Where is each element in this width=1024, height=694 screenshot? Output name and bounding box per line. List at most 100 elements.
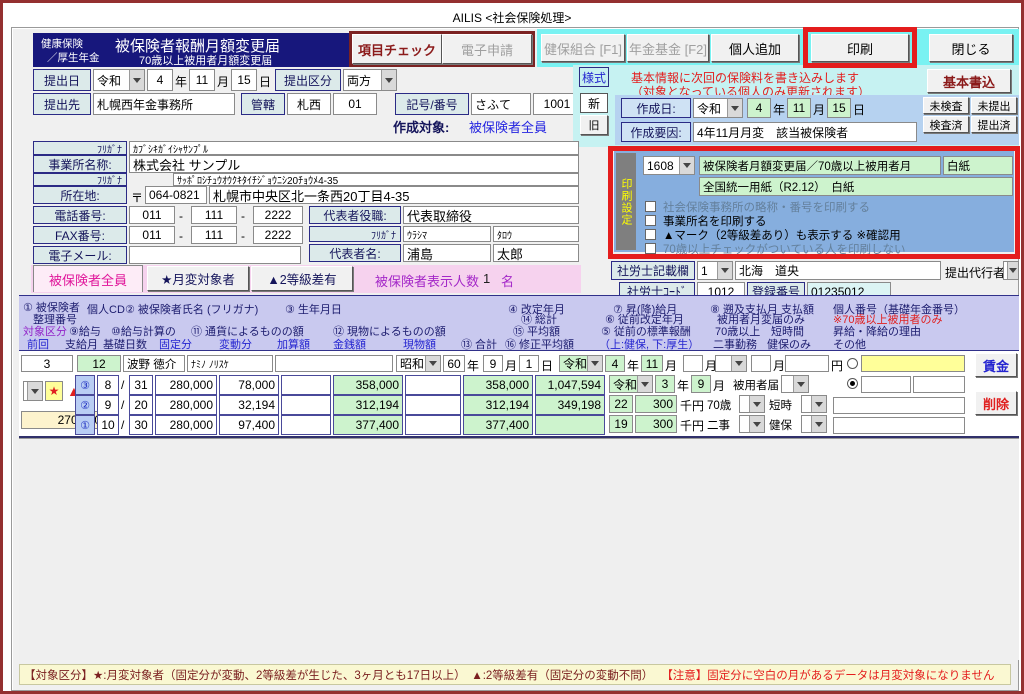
created-month-field[interactable]: 11 — [787, 98, 811, 118]
submit-era-select[interactable]: 令和 — [93, 69, 145, 91]
pension-number-field1[interactable] — [861, 376, 911, 393]
kenpo-only-select[interactable] — [801, 415, 827, 433]
revision-era-select[interactable]: 令和 — [559, 355, 603, 372]
kosei-amount-field[interactable]: 300 — [635, 415, 677, 433]
tel-field3[interactable]: 2222 — [253, 206, 303, 224]
birth-month-field[interactable]: 9 — [483, 355, 503, 372]
raise-kind-select[interactable] — [715, 355, 747, 372]
rep-kana2-field[interactable]: ﾀﾛｳ — [493, 226, 579, 242]
created-day-field[interactable]: 15 — [827, 98, 851, 118]
style-old-button[interactable]: 旧 — [580, 115, 608, 135]
kigo-field[interactable]: さふて — [471, 93, 531, 115]
retro-amount-field[interactable] — [785, 355, 829, 372]
badge-unsubmitted[interactable]: 未提出 — [971, 97, 1017, 114]
two-jobs-select[interactable] — [739, 415, 765, 433]
other-field[interactable] — [833, 417, 965, 434]
kankatsu-field2[interactable]: 01 — [333, 93, 377, 115]
checkbox-print-office-name[interactable] — [645, 215, 656, 226]
sharoushi-name-field[interactable]: 北海 道央 — [735, 261, 941, 280]
pension-number-field2[interactable] — [913, 376, 965, 393]
submit-day-field[interactable]: 15 — [231, 69, 257, 91]
prev-era-select[interactable]: 令和 — [609, 375, 653, 393]
inkind-amount[interactable] — [405, 415, 461, 435]
reason-field[interactable]: 4年11月月変 該当被保険者 — [693, 122, 917, 142]
birth-era-select[interactable]: 昭和 — [396, 355, 441, 372]
daikou-select[interactable] — [1003, 261, 1019, 280]
row-kana-field[interactable]: ﾅﾐﾉ ﾉﾘｽｹ — [187, 355, 273, 372]
mail-field[interactable] — [129, 246, 301, 264]
rep-name2-field[interactable]: 太郎 — [493, 244, 579, 262]
addition-amount[interactable] — [281, 395, 331, 415]
delete-button[interactable]: 削除 — [975, 391, 1017, 415]
month-value[interactable]: 9 — [97, 395, 119, 415]
kenpo-kumiai-button[interactable]: 健保組合 [F1] — [541, 34, 625, 62]
number-type-radio1[interactable] — [847, 358, 858, 369]
base-days[interactable]: 20 — [129, 395, 153, 415]
row-name-field[interactable]: 波野 徳介 — [123, 355, 185, 372]
print-form-select[interactable]: 1608 — [643, 156, 695, 175]
postal-field[interactable]: 064-0821 — [145, 186, 207, 204]
tab-two-grade-diff[interactable]: ▲2等級差有 — [251, 266, 353, 291]
office-name-field[interactable]: 株式会社 サンプル — [129, 155, 579, 173]
row-seq-field[interactable]: 3 — [21, 355, 73, 372]
created-year-field[interactable]: 4 — [747, 98, 771, 118]
short-time-select[interactable] — [801, 395, 827, 413]
badge-checked[interactable]: 検査済 — [923, 116, 969, 133]
nenkin-kikin-button[interactable]: 年金基金 [F2] — [627, 34, 709, 62]
checkbox-skip-over70[interactable] — [645, 243, 656, 254]
variable-amount[interactable]: 78,000 — [219, 375, 279, 395]
prev-month-field[interactable]: 9 — [691, 375, 711, 393]
submit-year-field[interactable]: 4 — [147, 69, 173, 91]
personal-number-field[interactable] — [861, 355, 965, 372]
rep-kana1-field[interactable]: ｳﾗｼﾏ — [403, 226, 491, 242]
month-value[interactable]: 10 — [97, 415, 119, 435]
fax-field1[interactable]: 011 — [129, 226, 175, 244]
kenpo-amount-field[interactable]: 300 — [635, 395, 677, 413]
raise-reason-field[interactable] — [833, 397, 965, 414]
kenpo-grade-field[interactable]: 22 — [609, 395, 633, 413]
submit-dest-field[interactable]: 札幌西年金事務所 — [93, 93, 235, 115]
row-kubun-select[interactable] — [23, 381, 43, 401]
tel-field1[interactable]: 011 — [129, 206, 175, 224]
inkind-amount[interactable] — [405, 375, 461, 395]
rep-role-field[interactable]: 代表取締役 — [403, 206, 579, 224]
base-days[interactable]: 30 — [129, 415, 153, 435]
checkbox-show-triangle[interactable] — [645, 229, 656, 240]
row-cd-field[interactable]: 12 — [77, 355, 121, 372]
raise-month-field[interactable] — [683, 355, 703, 372]
fixed-amount[interactable]: 280,000 — [155, 415, 217, 435]
submit-month-field[interactable]: 11 — [189, 69, 215, 91]
fixed-amount[interactable]: 280,000 — [155, 375, 217, 395]
revision-month-field[interactable]: 11 — [641, 355, 663, 372]
item-check-button[interactable]: 項目チェック — [352, 34, 442, 64]
close-button[interactable]: 閉じる — [929, 34, 1013, 62]
checkbox-office-abbr[interactable] — [645, 201, 656, 212]
retro-month-field[interactable] — [751, 355, 771, 372]
e-apply-button[interactable]: 電子申請 — [442, 34, 532, 64]
print-button[interactable]: 印刷 — [811, 34, 909, 62]
wage-button[interactable]: 賃金 — [975, 353, 1017, 377]
insured-list-empty-area[interactable] — [19, 438, 1019, 660]
rep-name1-field[interactable]: 浦島 — [403, 244, 491, 262]
fixed-amount[interactable]: 280,000 — [155, 395, 217, 415]
variable-amount[interactable]: 97,400 — [219, 415, 279, 435]
number-type-radio2[interactable] — [847, 378, 858, 389]
kankatsu-field1[interactable]: 札西 — [287, 93, 331, 115]
badge-submitted[interactable]: 提出済 — [971, 116, 1017, 133]
add-person-button[interactable]: 個人追加 — [711, 34, 799, 62]
tab-all-insured[interactable]: 被保険者全員 — [33, 265, 143, 292]
birth-day-field[interactable]: 1 — [519, 355, 539, 372]
inkind-amount[interactable] — [405, 395, 461, 415]
row-extra-field[interactable] — [275, 355, 393, 372]
fax-field2[interactable]: 111 — [191, 226, 237, 244]
badge-unchecked[interactable]: 未検査 — [923, 97, 969, 114]
employee-report-select[interactable] — [781, 375, 809, 393]
base-days[interactable]: 31 — [129, 375, 153, 395]
created-era-select[interactable]: 令和 — [693, 98, 743, 118]
addition-amount[interactable] — [281, 415, 331, 435]
fax-field3[interactable]: 2222 — [253, 226, 303, 244]
birth-year-field[interactable]: 60 — [443, 355, 465, 372]
basic-write-button[interactable]: 基本書込 — [927, 69, 1011, 93]
address-kana-field[interactable]: ｻｯﾎﾟﾛｼﾁｭｳｵｳｸｷﾀｲﾁｼﾞｮｳﾆｼ20ﾁｮｳﾒ4-35 — [173, 173, 579, 186]
prev-year-field[interactable]: 3 — [655, 375, 675, 393]
